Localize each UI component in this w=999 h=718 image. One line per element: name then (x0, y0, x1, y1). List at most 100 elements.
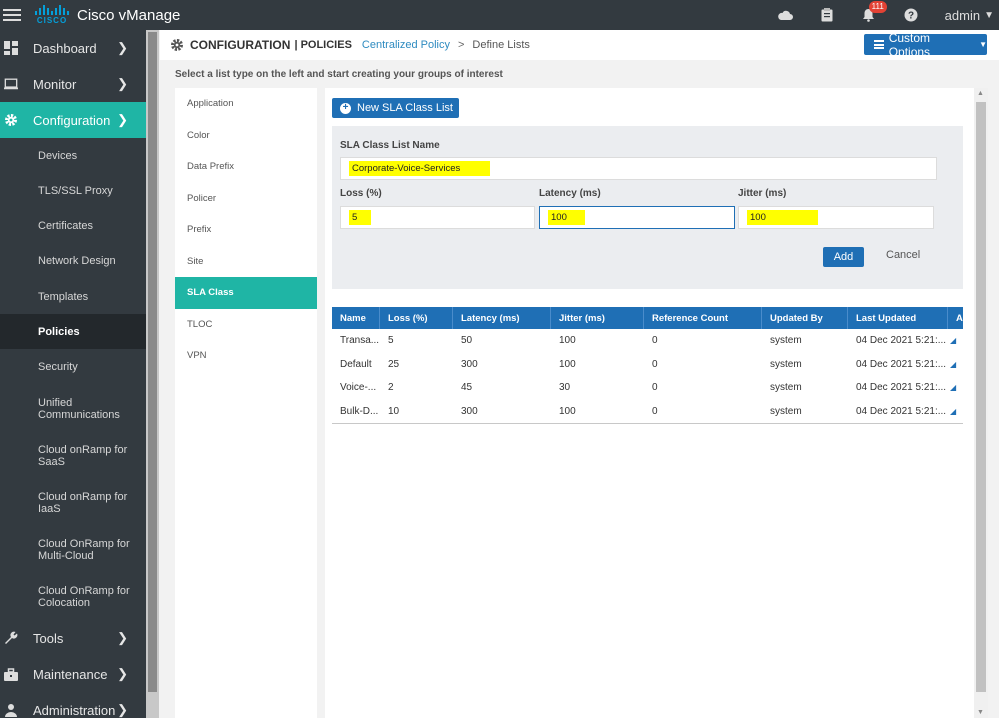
monitor-icon (4, 77, 18, 91)
list-type-tloc[interactable]: TLOC (175, 309, 317, 341)
list-type-color[interactable]: Color (175, 120, 317, 152)
latency-input[interactable]: 100 (539, 206, 735, 229)
table-divider (332, 423, 963, 424)
sidebar-item-certificates[interactable]: Certificates (0, 208, 146, 243)
nav-administration[interactable]: Administration ❯ (0, 692, 146, 718)
sidebar-item-security[interactable]: Security (0, 349, 146, 385)
cisco-logo: CISCO (34, 4, 70, 26)
list-type-site[interactable]: Site (175, 246, 317, 278)
breadcrumb-current: Define Lists (472, 39, 530, 51)
new-sla-class-list-button[interactable]: + New SLA Class List (332, 98, 459, 118)
column-header-loss[interactable]: Loss (%) (380, 307, 453, 329)
instructions-text: Select a list type on the left and start… (175, 69, 503, 80)
table-row[interactable]: Voice-... 2 45 30 0 system 04 Dec 2021 5… (332, 376, 963, 400)
sidebar-item-templates[interactable]: Templates (0, 279, 146, 314)
sla-class-table: Name Loss (%) Latency (ms) Jitter (ms) R… (332, 307, 963, 424)
table-row[interactable]: Bulk-D... 10 300 100 0 system 04 Dec 202… (332, 400, 963, 424)
row-action-icon[interactable]: ◢ (948, 407, 963, 416)
scroll-up-icon[interactable]: ▲ (977, 90, 984, 97)
page-title: CONFIGURATION (190, 38, 291, 52)
column-header-name[interactable]: Name (332, 307, 380, 329)
add-button[interactable]: Add (823, 247, 864, 267)
column-header-reference-count[interactable]: Reference Count (644, 307, 762, 329)
scroll-down-icon[interactable]: ▼ (977, 709, 984, 716)
breadcrumb-centralized-policy[interactable]: Centralized Policy (362, 39, 450, 51)
page-subtitle: | POLICIES (294, 39, 352, 51)
row-action-icon[interactable]: ◢ (948, 383, 963, 392)
dashboard-icon (4, 41, 18, 55)
help-icon[interactable]: ? (903, 7, 919, 23)
nav-monitor[interactable]: Monitor ❯ (0, 66, 146, 102)
notification-badge: 111 (868, 1, 887, 13)
panel-scrollbar[interactable]: ▲ ▼ (974, 88, 988, 718)
column-header-jitter[interactable]: Jitter (ms) (551, 307, 644, 329)
chevron-down-icon: ▼ (979, 40, 987, 49)
sla-class-name-input[interactable]: Corporate-Voice-Services (340, 157, 937, 180)
sidebar-item-cloud-onramp-multi-cloud[interactable]: Cloud OnRamp for Multi-Cloud (0, 526, 135, 573)
nav-tools[interactable]: Tools ❯ (0, 620, 146, 656)
list-type-menu: Application Color Data Prefix Policer Pr… (175, 88, 317, 718)
chevron-right-icon: ❯ (117, 630, 128, 645)
nav-maintenance[interactable]: Maintenance ❯ (0, 656, 146, 692)
sidebar-item-cloud-onramp-iaas[interactable]: Cloud onRamp for IaaS (0, 479, 135, 526)
list-type-vpn[interactable]: VPN (175, 340, 317, 372)
app-title: Cisco vManage (77, 6, 181, 24)
top-bar: CISCO Cisco vManage 111 ? admin ▼ (0, 0, 999, 30)
column-header-action[interactable]: A (948, 307, 963, 329)
toolbox-icon (4, 667, 18, 681)
content-area: Select a list type on the left and start… (160, 60, 999, 718)
main-content: CONFIGURATION | POLICIES Centralized Pol… (160, 30, 999, 718)
sidebar-item-cloud-onramp-saas[interactable]: Cloud onRamp for SaaS (0, 432, 135, 479)
column-header-latency[interactable]: Latency (ms) (453, 307, 551, 329)
chevron-right-icon: ❯ (117, 112, 128, 127)
sidebar-item-tls-ssl-proxy[interactable]: TLS/SSL Proxy (0, 173, 146, 208)
chevron-right-icon: ❯ (117, 666, 128, 681)
table-header: Name Loss (%) Latency (ms) Jitter (ms) R… (332, 307, 963, 329)
plus-icon: + (340, 102, 351, 114)
list-type-sla-class[interactable]: SLA Class (175, 277, 317, 309)
chevron-right-icon: ❯ (117, 76, 128, 91)
column-header-updated-by[interactable]: Updated By (762, 307, 848, 329)
name-label: SLA Class List Name (340, 140, 440, 151)
tasks-icon[interactable] (819, 7, 835, 23)
loss-label: Loss (%) (340, 188, 382, 199)
admin-icon (4, 703, 18, 717)
chevron-right-icon: ❯ (117, 40, 128, 55)
nav-configuration[interactable]: Configuration ❯ (0, 102, 146, 138)
page-header: CONFIGURATION | POLICIES Centralized Pol… (160, 30, 999, 60)
sidebar-scrollbar[interactable] (146, 30, 159, 718)
bell-icon[interactable]: 111 (861, 1, 887, 23)
list-type-application[interactable]: Application (175, 88, 317, 120)
list-type-policer[interactable]: Policer (175, 183, 317, 215)
sla-class-panel: + New SLA Class List SLA Class List Name… (325, 88, 974, 718)
breadcrumb-separator: > (457, 39, 465, 51)
sidebar-item-policies[interactable]: Policies (0, 314, 146, 349)
table-row[interactable]: Transa... 5 50 100 0 system 04 Dec 2021 … (332, 329, 963, 353)
row-action-icon[interactable]: ◢ (948, 360, 963, 369)
table-row[interactable]: Default 25 300 100 0 system 04 Dec 2021 … (332, 353, 963, 377)
sidebar-item-cloud-onramp-colocation[interactable]: Cloud OnRamp for Colocation (0, 573, 135, 620)
jitter-input[interactable]: 100 (738, 206, 934, 229)
chevron-down-icon[interactable]: ▼ (984, 10, 994, 21)
list-type-data-prefix[interactable]: Data Prefix (175, 151, 317, 183)
wrench-icon (4, 631, 18, 645)
cancel-button[interactable]: Cancel (886, 249, 920, 261)
custom-options-button[interactable]: Custom Options ▼ (864, 31, 987, 59)
nav-dashboard[interactable]: Dashboard ❯ (0, 30, 146, 66)
svg-text:?: ? (908, 11, 914, 22)
menu-icon[interactable] (3, 9, 21, 21)
sidebar-item-devices[interactable]: Devices (0, 138, 146, 173)
latency-label: Latency (ms) (539, 188, 601, 199)
loss-input[interactable]: 5 (340, 206, 535, 229)
sidebar-item-unified-communications[interactable]: Unified Communications (0, 385, 120, 432)
gear-icon (170, 38, 184, 52)
gear-icon (4, 113, 18, 127)
chevron-right-icon: ❯ (117, 702, 128, 717)
list-type-prefix[interactable]: Prefix (175, 214, 317, 246)
cloud-icon[interactable] (777, 7, 793, 23)
sla-class-form: SLA Class List Name Corporate-Voice-Serv… (332, 126, 963, 289)
row-action-icon[interactable]: ◢ (948, 336, 963, 345)
column-header-last-updated[interactable]: Last Updated (848, 307, 948, 329)
user-menu[interactable]: admin (945, 8, 980, 23)
sidebar-item-network-design[interactable]: Network Design (0, 243, 146, 279)
